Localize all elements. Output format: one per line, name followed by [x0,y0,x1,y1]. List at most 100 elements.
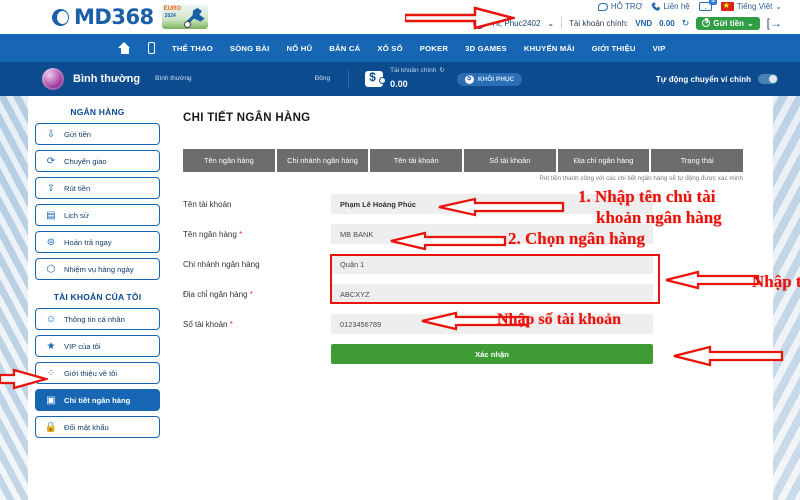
sidebar-item-transfer[interactable]: ⟳ Chuyển giao [35,150,160,172]
annotation-arrow-confirm [672,345,784,367]
auto-transfer-control: Tự động chuyển ví chính [656,74,778,84]
column-header-bank-name[interactable]: Tên ngân hàng [183,149,275,172]
currency-label: VND [635,18,653,28]
sidebar-item-label: Gửi tiền [64,129,92,139]
withdraw-icon: ⇪ [46,182,56,194]
column-header-bank-branch[interactable]: Chi nhánh ngân hàng [276,149,369,172]
confirm-button[interactable]: Xác nhận [331,344,653,364]
header-account-bar: Hi, Phuc2402 ⌄ Tài khoản chính: VND 0.00… [473,16,782,30]
euro-2024-badge-icon: EURO 2024 [161,5,208,29]
inbox-link[interactable]: 3 [698,0,717,11]
logout-icon[interactable]: [→ [767,16,782,30]
language-label: Tiếng Việt [736,2,773,11]
header-utility-links: HỖ TRỢ Liên hệ 3 Tiếng Việt ⌄ [597,0,782,11]
column-header-account-number[interactable]: Số tài khoản [464,149,556,172]
inbox-badge: 3 [709,0,717,5]
page-title: CHI TIẾT NGÂN HÀNG [183,112,311,124]
mobile-icon[interactable] [148,42,155,54]
sidebar-item-vip[interactable]: ★ VIP của tôi [35,335,160,357]
deposit-button[interactable]: Gửi tiền ⌄ [696,16,760,30]
nav-item-about[interactable]: GIỚI THIỆU [592,44,636,53]
contact-link[interactable]: Liên hệ [651,2,690,11]
sidebar-item-deposit[interactable]: ⇩ Gửi tiền [35,123,160,145]
sidebar-item-label: Chi tiết ngân hàng [64,395,131,405]
history-icon: ▤ [46,209,56,221]
annotation-highlight-box [330,254,660,304]
annotation-arrow-account-number [420,311,530,331]
wallet-info: Tài khoản chính ↻ 0.00 [390,66,445,92]
annotation-arrow-account-name [437,197,565,217]
main-wallet-label: Tài khoản chính: [569,18,629,28]
sidebar-item-history[interactable]: ▤ Lịch sử [35,204,160,226]
sidebar-item-profile[interactable]: ☺ Thông tin cá nhân [35,308,160,330]
auto-transfer-toggle[interactable] [758,74,778,84]
refresh-icon[interactable]: ↻ [682,18,690,29]
restore-button[interactable]: KHÔI PHỤC [456,72,523,86]
auto-transfer-label: Tự động chuyển ví chính [655,74,751,84]
account-sidebar: NGÂN HÀNG ⇩ Gửi tiền ⟳ Chuyển giao ⇪ Rút… [35,100,160,443]
nav-item-sports[interactable]: THỂ THAO [172,44,213,53]
deposit-icon: ⇩ [46,128,56,140]
vip-level-label: Bình thường [73,73,141,85]
euro-badge-top: EURO [163,6,182,12]
sidebar-item-label: Giới thiệu về tôi [64,368,118,378]
vip-icon: ★ [46,340,56,352]
wallet-icon [365,70,387,87]
sidebar-item-label: VIP của tôi [64,341,101,351]
refresh-icon[interactable]: ↻ [439,66,444,74]
column-header-bank-address[interactable]: Địa chỉ ngân hàng [557,149,650,172]
column-header-account-name[interactable]: Tên tài khoản [370,149,463,172]
sidebar-section-banking-title: NGÂN HÀNG [70,107,125,117]
avatar[interactable] [42,68,64,90]
profile-icon: ☺ [45,313,57,325]
required-mark: * [249,289,253,299]
label-bank-name: Tên ngân hàng * [183,229,243,239]
sidebar-item-bank-details[interactable]: ▣ Chi tiết ngân hàng [35,389,160,411]
column-header-status[interactable]: Trạng thái [651,149,744,172]
rebate-icon: ⊜ [46,236,56,248]
language-selector[interactable]: Tiếng Việt ⌄ [720,0,782,11]
sidebar-item-withdraw[interactable]: ⇪ Rút tiền [35,177,160,199]
nav-item-fishing[interactable]: BẮN CÁ [329,44,360,53]
nav-item-slots[interactable]: NỔ HŨ [287,44,313,53]
sidebar-item-rebate[interactable]: ⊜ Hoàn trả ngay [35,231,160,253]
contact-label: Liên hệ [663,2,690,11]
nav-item-vip[interactable]: VIP [653,44,666,53]
sidebar-section-account-title: TÀI KHOẢN CỦA TÔI [53,292,142,302]
bank-details-table-header: Tên ngân hàng Chi nhánh ngân hàng Tên tà… [183,149,744,172]
top-header-bar: MD368 EURO 2024 HỖ TRỢ Liên hệ 3 Tiếng V… [0,0,800,34]
logo-c-icon [52,8,69,26]
sidebar-item-change-password[interactable]: 🔒 Đổi mật khẩu [35,416,160,438]
support-link[interactable]: HỖ TRỢ [597,2,643,11]
nav-item-casino[interactable]: SÒNG BÀI [230,44,270,53]
nav-item-3d-games[interactable]: 3D GAMES [465,44,507,53]
sidebar-item-label: Lịch sử [64,210,89,220]
divider [348,69,350,89]
annotation-arrow-bank-name [389,231,507,251]
label-bank-branch: Chi nhánh ngân hàng [183,259,260,269]
sidebar-item-label: Đổi mật khẩu [64,422,109,432]
sidebar-item-daily-mission[interactable]: ⬡ Nhiệm vụ hàng ngày [35,258,160,280]
site-logo[interactable]: MD368 EURO 2024 [52,5,208,29]
home-icon[interactable] [118,42,131,54]
nav-item-poker[interactable]: POKER [420,44,448,53]
sidebar-item-referral[interactable]: ⁘ Giới thiệu về tôi [35,362,160,384]
deposit-label: Gửi tiền [713,18,744,28]
mission-icon: ⬡ [46,263,56,275]
vip-progress-right-label: Đồng [314,74,331,82]
chevron-down-icon[interactable]: ⌄ [547,19,554,28]
label-account-number: Số tài khoản * [183,319,233,329]
restore-label: KHÔI PHỤC [477,75,515,83]
balance-amount: 0.00 [659,18,675,28]
bank-details-icon: ▣ [46,394,56,406]
phone-icon [651,2,661,11]
annotation-arrow-branch-address [664,270,760,290]
wallet-balance: 0.00 [390,79,408,89]
dollar-icon [464,73,474,84]
required-mark: * [229,319,233,329]
nav-item-lottery[interactable]: XỔ SỐ [377,44,402,53]
user-status-strip: Bình thường Bình thường Đồng Tài khoản c… [0,62,800,96]
nav-item-promotions[interactable]: KHUYẾN MÃI [524,44,575,53]
sidebar-item-label: Hoàn trả ngay [64,237,112,247]
support-label: HỖ TRỢ [610,2,643,11]
